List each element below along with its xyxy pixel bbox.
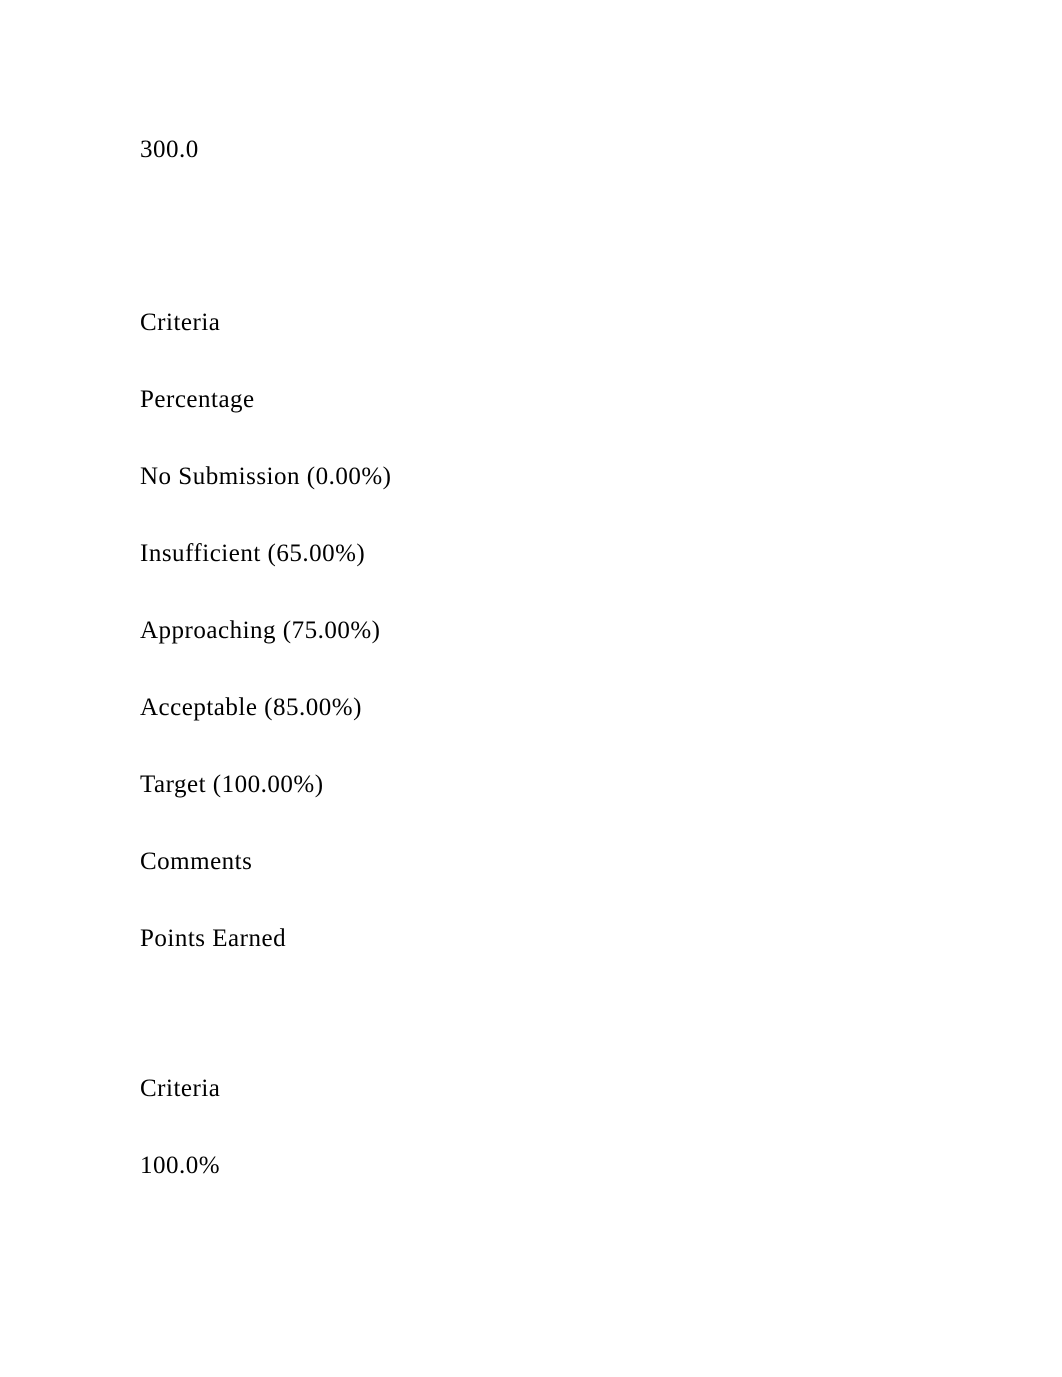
section2-percent: 100.0%: [140, 1151, 922, 1181]
rubric-header-no-submission: No Submission (0.00%): [140, 462, 922, 492]
rubric-header-approaching: Approaching (75.00%): [140, 616, 922, 646]
rubric-header-comments: Comments: [140, 847, 922, 877]
rubric-header-percentage: Percentage: [140, 385, 922, 415]
document-page: 300.0 Criteria Percentage No Submission …: [0, 0, 1062, 1377]
top-value: 300.0: [140, 135, 922, 165]
rubric-header-insufficient: Insufficient (65.00%): [140, 539, 922, 569]
rubric-header-acceptable: Acceptable (85.00%): [140, 693, 922, 723]
section2-criteria: Criteria: [140, 1074, 922, 1104]
rubric-header-criteria: Criteria: [140, 308, 922, 338]
rubric-header-points-earned: Points Earned: [140, 924, 922, 954]
rubric-header-target: Target (100.00%): [140, 770, 922, 800]
